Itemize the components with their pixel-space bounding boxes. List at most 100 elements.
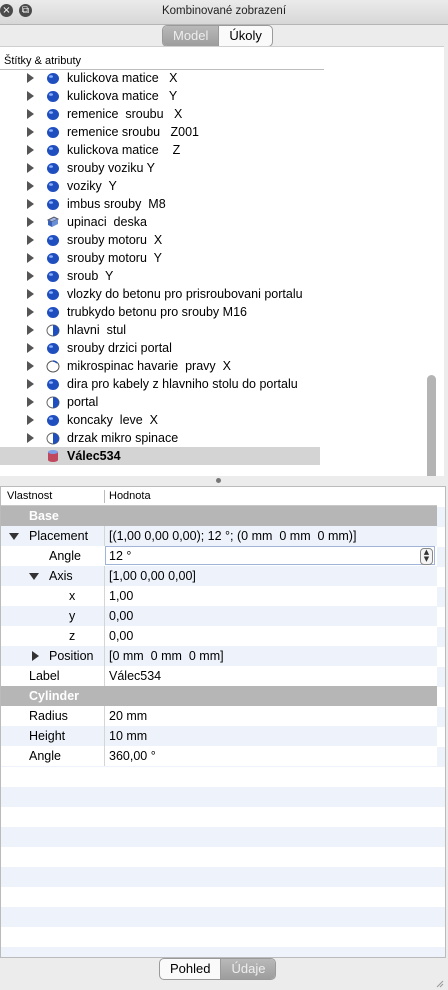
tree-item-label: imbus srouby M8 xyxy=(67,197,166,211)
tab-tasks[interactable]: Úkoly xyxy=(218,26,272,46)
tree-item-label: vlozky do betonu pro prisroubovani porta… xyxy=(67,287,303,301)
solid-icon xyxy=(47,145,59,156)
solid-icon xyxy=(47,343,59,354)
solid-icon xyxy=(47,73,59,84)
tree-item[interactable]: koncaky leve X xyxy=(0,411,320,429)
prop-axis-y[interactable]: y 0,00 xyxy=(1,606,437,626)
tree-item[interactable]: srouby motoru Y xyxy=(0,249,320,267)
expand-arrow-icon[interactable] xyxy=(27,415,34,425)
tab-model[interactable]: Model xyxy=(163,26,219,46)
group-base[interactable]: Base xyxy=(1,506,437,526)
tree-item[interactable]: hlavni stul xyxy=(0,321,320,339)
tree-item[interactable]: sroub Y xyxy=(0,267,320,285)
tree-item-label: portal xyxy=(67,395,99,409)
tree-item[interactable]: remenice sroubu X xyxy=(0,105,320,123)
tree-item[interactable]: drzak mikro spinace xyxy=(0,429,320,447)
expand-arrow-icon[interactable] xyxy=(27,235,34,245)
expand-arrow-icon[interactable] xyxy=(27,343,34,353)
cell-divider xyxy=(104,726,105,746)
prop-axis-x[interactable]: x 1,00 xyxy=(1,586,437,606)
solid-icon xyxy=(47,235,59,246)
window-title: Kombinované zobrazení xyxy=(161,5,287,17)
collapse-arrow-icon[interactable] xyxy=(9,533,19,540)
expand-arrow-icon[interactable] xyxy=(27,163,34,173)
cell-divider xyxy=(104,666,105,686)
tree-item-label: dira pro kabely z hlavniho stolu do port… xyxy=(67,377,298,391)
prop-axis-x-value: 1,00 xyxy=(109,589,134,603)
tree-item[interactable]: srouby drzici portal xyxy=(0,339,320,357)
tree-item-label: Válec534 xyxy=(67,449,121,463)
prop-placement[interactable]: Placement [(1,00 0,00 0,00); 12 °; (0 mm… xyxy=(1,526,437,546)
prop-axis-z-label: z xyxy=(69,629,76,643)
property-panel: Vlastnost Hodnota Base Placement [(1,00 … xyxy=(0,486,446,958)
tree-item-selected[interactable]: Válec534 xyxy=(0,447,320,465)
group-cylinder[interactable]: Cylinder xyxy=(1,686,437,706)
expand-arrow-icon[interactable] xyxy=(27,379,34,389)
column-property[interactable]: Vlastnost xyxy=(7,490,52,502)
prop-axis-label: Axis xyxy=(49,569,73,583)
tree-item[interactable]: trubkydo betonu pro srouby M16 xyxy=(0,303,320,321)
spin-arrows-icon[interactable]: ▲ ▼ xyxy=(420,548,433,565)
prop-label[interactable]: Label Válec534 xyxy=(1,666,437,686)
tree-item[interactable]: portal xyxy=(0,393,320,411)
angle-input[interactable]: 12 ° xyxy=(109,549,131,563)
solid-icon xyxy=(47,379,59,390)
top-tab-bar: Model Úkoly xyxy=(162,25,273,47)
collapse-arrow-icon[interactable] xyxy=(29,573,39,580)
tree-item[interactable]: remenice sroubu Z001 xyxy=(0,123,320,141)
angle-editor[interactable]: 12 ° ▲ ▼ xyxy=(105,546,435,565)
expand-arrow-icon[interactable] xyxy=(27,181,34,191)
tree-item[interactable]: mikrospinac havarie pravy X xyxy=(0,357,320,375)
tab-view[interactable]: Pohled xyxy=(160,959,220,979)
solid-icon xyxy=(47,253,59,264)
tree-item[interactable]: srouby motoru X xyxy=(0,231,320,249)
cylinder-icon xyxy=(48,450,58,462)
tree-item-label: mikrospinac havarie pravy X xyxy=(67,359,231,373)
expand-arrow-icon[interactable] xyxy=(27,145,34,155)
prop-height[interactable]: Height 10 mm xyxy=(1,726,437,746)
tree-item[interactable]: srouby voziku Y xyxy=(0,159,320,177)
prop-placement-label: Placement xyxy=(29,529,89,543)
prop-position[interactable]: Position [0 mm 0 mm 0 mm] xyxy=(1,646,437,666)
expand-arrow-icon[interactable] xyxy=(27,73,34,83)
prop-angle[interactable]: Angle 12 ° ▲ ▼ xyxy=(1,546,437,566)
bottom-tab-bar: Pohled Údaje xyxy=(159,958,277,980)
tree-item[interactable]: upinaci deska xyxy=(0,213,320,231)
expand-arrow-icon[interactable] xyxy=(27,307,34,317)
tree-item[interactable]: vlozky do betonu pro prisroubovani porta… xyxy=(0,285,320,303)
prop-cyl-angle[interactable]: Angle 360,00 ° xyxy=(1,746,437,766)
prop-radius[interactable]: Radius 20 mm xyxy=(1,706,437,726)
expand-arrow-icon[interactable] xyxy=(27,199,34,209)
prop-axis-z[interactable]: z 0,00 xyxy=(1,626,437,646)
tree-item[interactable]: kulickova matice X xyxy=(0,69,320,87)
cell-divider xyxy=(104,586,105,606)
prop-cyl-angle-value: 360,00 ° xyxy=(109,749,156,763)
expand-arrow-icon[interactable] xyxy=(27,217,34,227)
expand-arrow-icon[interactable] xyxy=(27,91,34,101)
tree-item[interactable]: kulickova matice Z xyxy=(0,141,320,159)
tab-data[interactable]: Údaje xyxy=(220,959,276,979)
cell-divider xyxy=(104,606,105,626)
expand-arrow-icon[interactable] xyxy=(27,109,34,119)
panel-splitter[interactable] xyxy=(0,476,444,486)
expand-arrow-icon[interactable] xyxy=(27,271,34,281)
expand-arrow-icon[interactable] xyxy=(27,289,34,299)
tree-item[interactable]: dira pro kabely z hlavniho stolu do port… xyxy=(0,375,320,393)
expand-arrow-icon[interactable] xyxy=(32,651,39,661)
tree-item-label: trubkydo betonu pro srouby M16 xyxy=(67,305,247,319)
expand-arrow-icon[interactable] xyxy=(27,397,34,407)
prop-axis[interactable]: Axis [1,00 0,00 0,00] xyxy=(1,566,437,586)
tree-item-label: srouby motoru Y xyxy=(67,251,162,265)
column-value[interactable]: Hodnota xyxy=(109,490,151,502)
expand-arrow-icon[interactable] xyxy=(27,127,34,137)
group-cylinder-label: Cylinder xyxy=(29,689,80,703)
tree-item[interactable]: kulickova matice Y xyxy=(0,87,320,105)
expand-arrow-icon[interactable] xyxy=(27,253,34,263)
tree-item[interactable]: voziky Y xyxy=(0,177,320,195)
resize-grip-icon[interactable] xyxy=(436,980,444,988)
expand-arrow-icon[interactable] xyxy=(27,433,34,443)
expand-arrow-icon[interactable] xyxy=(27,361,34,371)
half-solid-icon xyxy=(46,396,60,409)
tree-item[interactable]: imbus srouby M8 xyxy=(0,195,320,213)
expand-arrow-icon[interactable] xyxy=(27,325,34,335)
